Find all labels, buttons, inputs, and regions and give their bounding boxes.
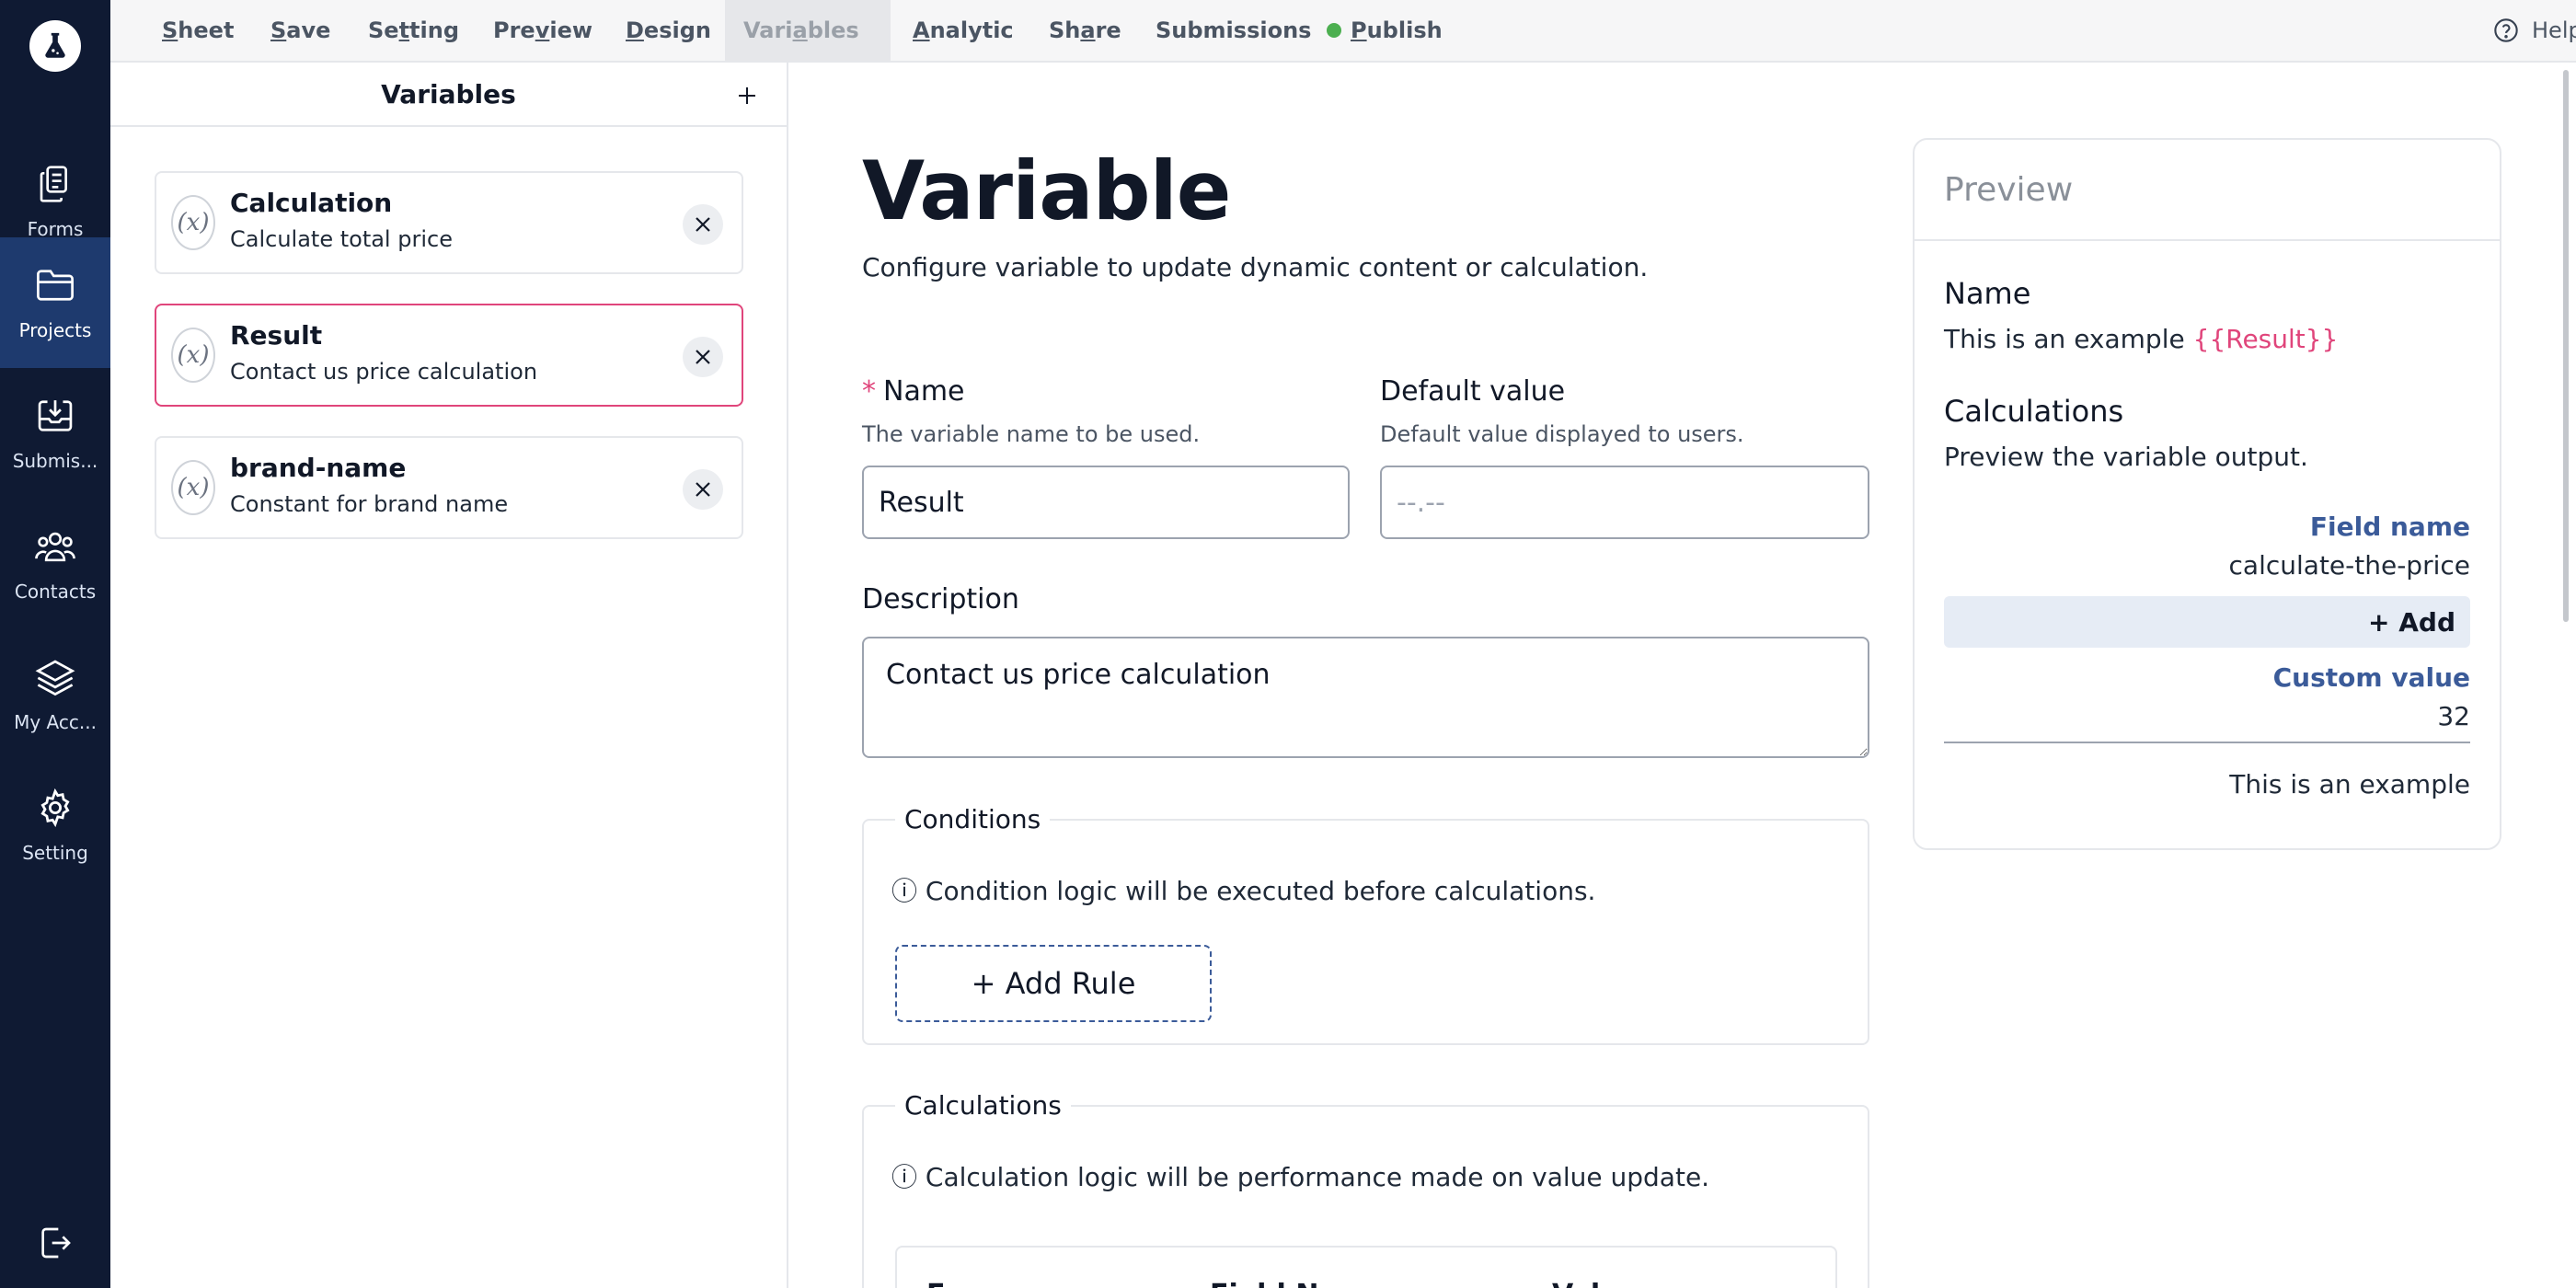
column-header-value: Value (1552, 1279, 1639, 1288)
nav-publish[interactable]: Publish (1308, 0, 1461, 61)
remove-variable-close-icon[interactable] (683, 337, 723, 377)
calculations-info: ⓘ Calculation logic will be performance … (891, 1162, 1710, 1192)
rail-item-label: Contacts (14, 581, 97, 603)
inbox-icon (34, 395, 76, 437)
variables-panel: Variables (x) Calculation Calculate tota… (110, 63, 788, 1288)
preview-example: This is an example {{Result}} (1944, 324, 2339, 354)
rail-item-setting[interactable]: Setting (0, 760, 110, 891)
default-value-hint: Default value displayed to users. (1380, 421, 1744, 447)
variable-fx-icon: (x) (171, 460, 215, 515)
rail-item-label: My Acc... (14, 711, 97, 733)
conditions-section: Conditions ⓘ Condition logic will be exe… (862, 804, 1869, 1045)
nav-variables[interactable]: Vari a bles (725, 0, 891, 61)
description-label: Description (862, 583, 1019, 615)
rail-item-label: Setting (22, 842, 88, 864)
help-link[interactable]: Help (2493, 0, 2576, 61)
variable-card-calculation[interactable]: (x) Calculation Calculate total price (155, 171, 743, 274)
preview-variable-token: {{Result}} (2192, 324, 2339, 354)
layers-icon (34, 656, 76, 698)
page-scrollbar[interactable] (2563, 70, 2569, 622)
top-nav: Sheet Save Se t ting Pre v iew Design Vari a b… (110, 0, 2576, 63)
default-value-label: Default value (1380, 375, 1566, 408)
app-rail: Forms Projects Submis... Contacts My Acc… (0, 0, 110, 1288)
publish-status-dot (1327, 23, 1341, 38)
preview-add-button[interactable]: + Add (1944, 596, 2470, 648)
calculations-section: Calculations ⓘ Calculation logic will be… (862, 1090, 1869, 1288)
variables-panel-header: Variables (110, 63, 787, 127)
rail-item-projects[interactable]: Projects (0, 237, 110, 368)
nav-design[interactable]: Design (607, 0, 730, 61)
rail-item-submissions[interactable]: Submis... (0, 368, 110, 499)
column-header-field-name: Field Name (1210, 1279, 1385, 1288)
flask-logo-icon[interactable] (29, 20, 81, 72)
rail-item-my-account[interactable]: My Acc... (0, 629, 110, 760)
help-circle-icon (2493, 17, 2519, 43)
nav-analytic[interactable]: Analytic (894, 0, 1032, 61)
nav-sheet[interactable]: Sheet (144, 0, 252, 61)
add-variable-plus-icon[interactable] (729, 77, 765, 114)
preview-custom-value[interactable]: 32 (2437, 701, 2470, 731)
name-label: * Name (862, 375, 965, 408)
preview-card: Preview Name This is an example {{Result… (1913, 138, 2501, 850)
conditions-legend: Conditions (904, 804, 1041, 834)
help-label: Help (2532, 17, 2576, 43)
preview-name-heading: Name (1944, 276, 2031, 311)
preview-calc-heading: Calculations (1944, 394, 2124, 429)
add-rule-button[interactable]: + Add Rule (895, 945, 1212, 1022)
variable-description: Contact us price calculation (230, 359, 538, 385)
page-subtitle: Configure variable to update dynamic con… (862, 252, 1649, 282)
required-mark: * (862, 375, 876, 408)
rail-item-label: Projects (18, 319, 92, 341)
name-input[interactable] (862, 466, 1350, 539)
default-value-input[interactable] (1380, 466, 1869, 539)
remove-variable-close-icon[interactable] (683, 469, 723, 510)
rail-item-label: Submis... (12, 450, 98, 472)
nav-share[interactable]: Sh a re (1030, 0, 1140, 61)
logout-icon[interactable] (34, 1222, 76, 1264)
description-textarea[interactable]: Contact us price calculation (862, 637, 1869, 758)
contacts-icon (34, 525, 76, 568)
variable-card-brand-name[interactable]: (x) brand-name Constant for brand name (155, 436, 743, 539)
preview-header: Preview (1915, 140, 2500, 241)
folder-icon (34, 264, 76, 306)
preview-field-name-value: calculate-the-price (2228, 550, 2470, 581)
variable-editor: Variable Configure variable to update dy… (788, 63, 2576, 1288)
variable-name: Result (230, 320, 323, 351)
nav-setting[interactable]: Se t ting (350, 0, 477, 61)
variable-card-result[interactable]: (x) Result Contact us price calculation (155, 304, 743, 407)
variable-description: Constant for brand name (230, 491, 509, 517)
variable-description: Calculate total price (230, 226, 453, 252)
variables-panel-title: Variables (381, 79, 516, 109)
preview-output: This is an example (2229, 769, 2470, 799)
variable-fx-icon: (x) (171, 328, 215, 383)
preview-divider (1944, 742, 2470, 743)
preview-field-name-label: Field name (2309, 512, 2470, 542)
calculations-legend: Calculations (904, 1090, 1062, 1121)
page-title: Variable (862, 144, 1231, 238)
forms-icon (34, 163, 76, 205)
preview-title: Preview (1944, 171, 2074, 209)
nav-save[interactable]: Save (252, 0, 349, 61)
variable-name: Calculation (230, 188, 393, 218)
conditions-info: ⓘ Condition logic will be executed befor… (891, 876, 1596, 906)
column-header-form: Form (926, 1279, 1006, 1288)
remove-variable-close-icon[interactable] (683, 204, 723, 245)
nav-preview[interactable]: Pre v iew (475, 0, 611, 61)
name-hint: The variable name to be used. (862, 421, 1201, 447)
variable-fx-icon: (x) (171, 195, 215, 250)
nav-submissions[interactable]: Submissions (1137, 0, 1329, 61)
preview-custom-value-label: Custom value (2272, 662, 2470, 693)
calculations-table: Form Field Name Value (895, 1246, 1837, 1288)
rail-item-contacts[interactable]: Contacts (0, 499, 110, 629)
gear-icon (34, 787, 76, 829)
preview-calc-subtitle: Preview the variable output. (1944, 442, 2308, 472)
variable-name: brand-name (230, 453, 407, 483)
